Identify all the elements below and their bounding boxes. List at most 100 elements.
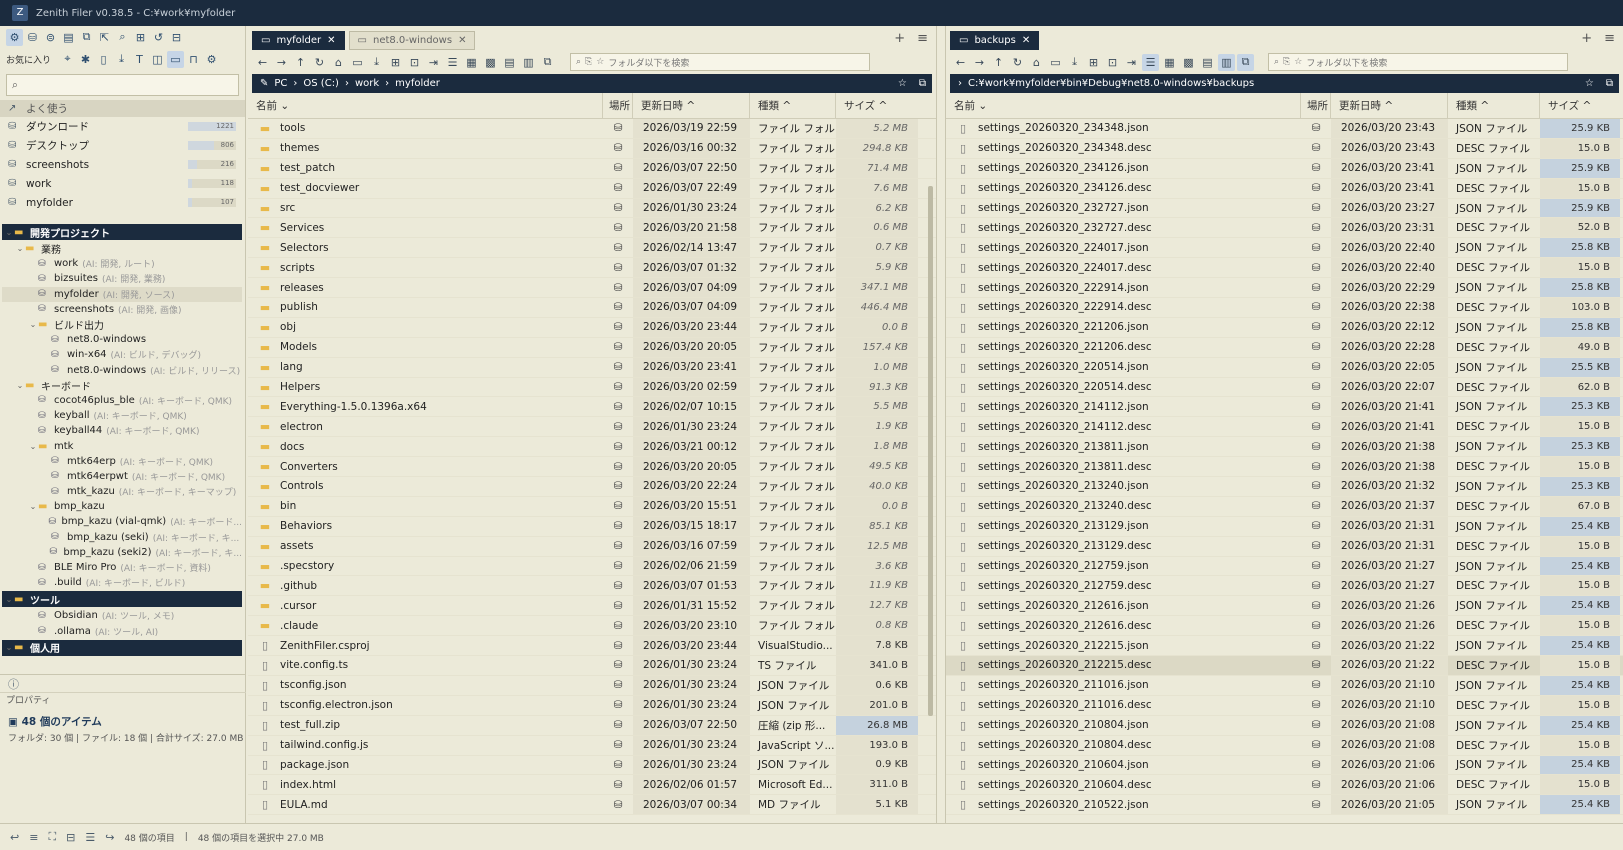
tree-item[interactable]: ⛁ mtk64erpwt (AI: キーボード, QMK) — [2, 469, 242, 484]
menu-icon[interactable]: ≡ — [917, 31, 928, 46]
tree-icon[interactable]: ⧉ — [539, 54, 556, 71]
pin-icon[interactable]: ⌖ — [59, 51, 76, 68]
table-row[interactable]: ▯ settings_20260320_213811.desc ⛁ 2026/03/2… — [946, 457, 1623, 478]
table-row[interactable]: ▬ assets ⛁ 2026/03/16 07:59 ファイル フォル...12.5 … — [248, 536, 936, 557]
table-row[interactable]: ▬ tools ⛁ 2026/03/19 22:59 ファイル フォル...5.2 MB — [248, 119, 936, 139]
tree-item[interactable]: ⌄ ▬ キーボード — [2, 378, 242, 393]
table-row[interactable]: ▯ settings_20260320_212616.json ⛁ 2026/03/2… — [946, 596, 1623, 617]
undo-icon[interactable]: ↩ — [10, 831, 19, 844]
download-icon[interactable]: ⤓ — [368, 54, 385, 71]
chevron-down-icon[interactable]: ⌄ — [4, 595, 14, 604]
table-row[interactable]: ▯ settings_20260320_212215.desc ⛁ 2026/03/2… — [946, 656, 1623, 676]
col-date[interactable]: 更新日時 ^ — [1331, 93, 1448, 118]
close-icon[interactable]: ✕ — [458, 35, 466, 46]
preview-icon[interactable]: ▤ — [501, 54, 518, 71]
expand-icon[interactable]: ⛶ — [48, 830, 56, 844]
tree-item[interactable]: ⛁ mtk64erp (AI: キーボード, QMK) — [2, 454, 242, 469]
redo-icon[interactable]: ↪ — [105, 831, 114, 844]
table-row[interactable]: ▬ Controls ⛁ 2026/03/20 22:24 ファイル フォル...40.… — [248, 477, 936, 497]
col-location[interactable]: 場所 — [1301, 93, 1331, 118]
table-row[interactable]: ▬ .cursor ⛁ 2026/01/31 15:52 ファイル フォル...12.7… — [248, 596, 936, 617]
nav-icon[interactable]: ⚙ — [6, 28, 23, 46]
share-icon[interactable]: ⇱ — [96, 29, 113, 46]
table-row[interactable]: ▯ settings_20260320_232727.json ⛁ 2026/03/2… — [946, 198, 1623, 219]
table-row[interactable]: ▬ Services ⛁ 2026/03/20 21:58 ファイル フォル...0.6… — [248, 218, 936, 239]
back-icon[interactable]: ← — [952, 54, 969, 71]
table-row[interactable]: ▯ tsconfig.electron.json ⛁ 2026/01/30 23:24… — [248, 695, 936, 716]
table-row[interactable]: ▯ settings_20260320_212616.desc ⛁ 2026/03/2… — [946, 616, 1623, 637]
chevron-down-icon[interactable]: ⌄ — [15, 244, 25, 253]
chevron-down-icon[interactable]: ⌄ — [28, 502, 38, 511]
table-row[interactable]: ▯ tsconfig.json ⛁ 2026/01/30 23:24 JSON ファイル… — [248, 675, 936, 696]
drive-icon[interactable]: ⛁ — [24, 29, 41, 46]
table-row[interactable]: ▯ settings_20260320_220514.desc ⛁ 2026/03/2… — [946, 377, 1623, 398]
edit-path-icon[interactable]: ✎ — [260, 78, 268, 89]
tree-item[interactable]: ⛁ BLE Miro Pro (AI: キーボード, 資料) — [2, 560, 242, 575]
table-row[interactable]: ▬ bin ⛁ 2026/03/20 15:51 ファイル フォル...0.0 B — [248, 496, 936, 517]
table-row[interactable]: ▯ tailwind.config.js ⛁ 2026/01/30 23:24 Java… — [248, 735, 936, 756]
chevron-down-icon[interactable]: ⌄ — [28, 442, 38, 451]
table-row[interactable]: ▯ settings_20260320_212215.json ⛁ 2026/03/2… — [946, 636, 1623, 657]
col-date[interactable]: 更新日時 ^ — [633, 93, 750, 118]
preview-icon[interactable]: ▤ — [1199, 54, 1216, 71]
tree-item[interactable]: ⛁ .ollama (AI: ツール, AI) — [2, 624, 242, 639]
new-folder-icon[interactable]: ⊞ — [1085, 54, 1102, 71]
table-row[interactable]: ▬ test_patch ⛁ 2026/03/07 22:50 ファイル フォル...7… — [248, 158, 936, 179]
col-type[interactable]: 種類 ^ — [1448, 93, 1540, 118]
table-row[interactable]: ▯ ZenithFiler.csproj ⛁ 2026/03/20 23:44 Visu… — [248, 636, 936, 657]
tree-item[interactable]: ⛁ .build (AI: キーボード, ビルド) — [2, 575, 242, 590]
list-view-icon[interactable]: ▦ — [463, 54, 480, 71]
add-tab-icon[interactable]: + — [894, 31, 905, 46]
pane-search-input[interactable]: ⌕ ⎘ ☆ フォルダ以下を検索 — [1268, 53, 1568, 71]
icon-view-icon[interactable]: ▩ — [482, 54, 499, 71]
table-row[interactable]: ▬ Selectors ⛁ 2026/02/14 13:47 ファイル フォル...0.… — [248, 238, 936, 259]
copy-icon[interactable]: ⧉ — [1606, 78, 1613, 89]
table-row[interactable]: ▯ settings_20260320_210804.json ⛁ 2026/03/2… — [946, 715, 1623, 736]
monitor-icon[interactable]: ▭ — [349, 54, 366, 71]
favorite-item[interactable]: ⛁ デスクトップ 806 — [0, 136, 245, 155]
lock-icon[interactable]: ⊓ — [185, 51, 202, 68]
tree-item[interactable]: ⛁ bmp_kazu (vial-qmk) (AI: キーボード... — [2, 514, 242, 529]
move-icon[interactable]: ⇥ — [1123, 54, 1140, 71]
table-row[interactable]: ▯ settings_20260320_211016.json ⛁ 2026/03/2… — [946, 675, 1623, 696]
table-row[interactable]: ▯ settings_20260320_234126.desc ⛁ 2026/03/2… — [946, 178, 1623, 199]
home-icon[interactable]: ⌂ — [330, 54, 347, 71]
tree-item[interactable]: ⛁ mtk_kazu (AI: キーボード, キーマップ) — [2, 484, 242, 499]
copy-icon[interactable]: ⧉ — [919, 78, 926, 89]
table-row[interactable]: ▯ settings_20260320_210804.desc ⛁ 2026/03/2… — [946, 735, 1623, 756]
star-icon[interactable]: ☆ — [898, 78, 907, 89]
breadcrumb-pc[interactable]: PC — [274, 78, 287, 89]
path-text[interactable]: C:¥work¥myfolder¥bin¥Debug¥net8.0-window… — [968, 78, 1254, 89]
tree-item[interactable]: ⛁ net8.0-windows (AI: ビルド, リリース) — [2, 363, 242, 378]
table-row[interactable]: ▯ settings_20260320_210522.json ⛁ 2026/03/2… — [946, 795, 1623, 816]
chevron-down-icon[interactable]: ⌄ — [15, 381, 25, 390]
file-icon[interactable]: ▯ — [95, 51, 112, 68]
table-row[interactable]: ▬ .github ⛁ 2026/03/07 01:53 ファイル フォル...11.9… — [248, 576, 936, 597]
forward-icon[interactable]: → — [273, 54, 290, 71]
table-row[interactable]: ▬ themes ⛁ 2026/03/16 00:32 ファイル フォル...294.8… — [248, 138, 936, 159]
up-icon[interactable]: ↑ — [292, 54, 309, 71]
table-row[interactable]: ▯ settings_20260320_221206.json ⛁ 2026/03/2… — [946, 317, 1623, 338]
monitor-icon[interactable]: ▭ — [1047, 54, 1064, 71]
table-row[interactable]: ▯ settings_20260320_210604.desc ⛁ 2026/03/2… — [946, 775, 1623, 796]
col-size[interactable]: サイズ ^ — [1540, 93, 1620, 118]
col-name[interactable]: 名前 ⌄ — [248, 93, 603, 118]
tree-item[interactable]: ⛁ net8.0-windows — [2, 332, 242, 347]
table-row[interactable]: ▯ settings_20260320_214112.json ⛁ 2026/03/2… — [946, 397, 1623, 418]
tree-item[interactable]: ⛁ screenshots (AI: 開発, 画像) — [2, 302, 242, 317]
scrollbar-thumb[interactable] — [928, 186, 933, 716]
tree-item[interactable]: ⌄ ▬ bmp_kazu — [2, 499, 242, 514]
table-row[interactable]: ▬ obj ⛁ 2026/03/20 23:44 ファイル フォル...0.0 B — [248, 317, 936, 338]
table-row[interactable]: ▯ settings_20260320_234348.desc ⛁ 2026/03/2… — [946, 138, 1623, 159]
panel-icon[interactable]: ◫ — [149, 51, 166, 68]
pane-search-input[interactable]: ⌕ ⎘ ☆ フォルダ以下を検索 — [570, 53, 870, 71]
icon-view-icon[interactable]: ▩ — [1180, 54, 1197, 71]
pane-splitter[interactable] — [936, 26, 946, 823]
favorite-item[interactable]: ⛁ myfolder 107 — [0, 193, 245, 212]
table-row[interactable]: ▯ settings_20260320_221206.desc ⛁ 2026/03/2… — [946, 337, 1623, 358]
download-icon[interactable]: ⤓ — [1066, 54, 1083, 71]
table-row[interactable]: ▯ vite.config.ts ⛁ 2026/01/30 23:24 TS ファイル 3… — [248, 656, 936, 676]
tree-item[interactable]: ⛁ bizsuites (AI: 開発, 業務) — [2, 271, 242, 286]
settings-icon[interactable]: ⚙ — [203, 51, 220, 68]
table-row[interactable]: ▯ settings_20260320_213240.desc ⛁ 2026/03/2… — [946, 496, 1623, 517]
